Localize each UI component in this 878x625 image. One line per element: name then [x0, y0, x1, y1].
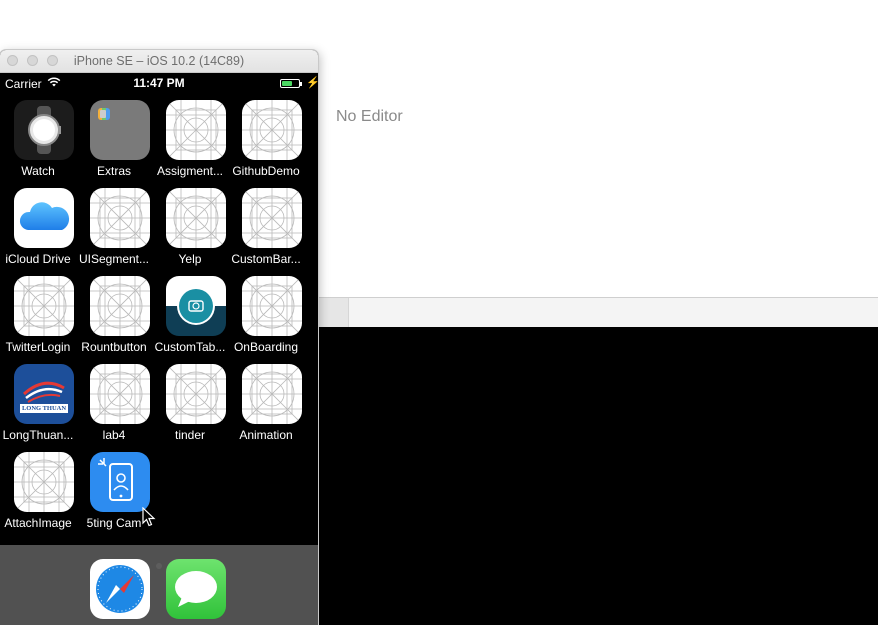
folder-icon	[90, 100, 150, 160]
app-icloud-drive[interactable]: iCloud Drive	[0, 188, 76, 276]
console-area[interactable]	[318, 327, 878, 625]
app-tinder[interactable]: tinder	[152, 364, 228, 452]
camera-icon	[166, 276, 226, 336]
app-label: OnBoarding	[233, 340, 299, 354]
charging-bolt-icon: ⚡	[306, 77, 318, 89]
app-attachimage[interactable]: AttachImage	[0, 452, 76, 540]
app-label: Animation	[239, 428, 293, 442]
app-placeholder-icon	[242, 364, 302, 424]
app-lab4[interactable]: lab4	[76, 364, 152, 452]
app-placeholder-icon	[166, 188, 226, 248]
app-placeholder-icon	[166, 100, 226, 160]
app-onboarding[interactable]: OnBoarding	[228, 276, 304, 364]
app-custombar[interactable]: CustomBar...	[228, 188, 304, 276]
longthuan-logo-text: LONG THUAN	[21, 405, 67, 412]
app-extras[interactable]: Extras	[76, 100, 152, 188]
app-label: CustomTab...	[154, 340, 226, 354]
app-assigment[interactable]: Assigment...	[152, 100, 228, 188]
watch-icon	[14, 100, 74, 160]
app-longthuan[interactable]: LONG THUAN LongThuan...	[0, 364, 76, 452]
messages-bubble-icon	[166, 559, 226, 619]
app-placeholder-icon	[90, 276, 150, 336]
app-label: Rountbutton	[81, 340, 147, 354]
app-placeholder-icon	[14, 276, 74, 336]
app-label: Yelp	[178, 252, 202, 266]
app-label: UISegment...	[78, 252, 150, 266]
app-label: CustomBar...	[231, 252, 301, 266]
app-5ting-cam[interactable]: 5ting Cam	[76, 452, 152, 540]
dock-messages[interactable]	[166, 559, 226, 619]
battery-cap	[300, 82, 302, 86]
selfie-phone-icon	[90, 452, 150, 512]
app-placeholder-icon	[242, 100, 302, 160]
app-placeholder-icon	[242, 276, 302, 336]
simulator-window: iPhone SE – iOS 10.2 (14C89) Carrier 11:…	[0, 50, 318, 625]
safari-compass-icon	[90, 559, 150, 619]
debug-bar	[318, 297, 878, 328]
window-title: iPhone SE – iOS 10.2 (14C89)	[73, 54, 245, 68]
app-watch[interactable]: Watch	[0, 100, 76, 188]
app-label: Assigment...	[156, 164, 224, 178]
debug-bar-toggle[interactable]	[318, 298, 349, 327]
app-yelp[interactable]: Yelp	[152, 188, 228, 276]
iphone-screen: Carrier 11:47 PM ⚡ Watch Extras Assigmen…	[0, 73, 318, 625]
app-placeholder-icon	[242, 188, 302, 248]
app-label: lab4	[102, 428, 126, 442]
app-twitterlogin[interactable]: TwitterLogin	[0, 276, 76, 364]
app-label: Extras	[96, 164, 131, 178]
clock: 11:47 PM	[133, 76, 185, 90]
app-placeholder-icon	[90, 188, 150, 248]
app-uisegment[interactable]: UISegment...	[76, 188, 152, 276]
app-label: GithubDemo	[232, 164, 300, 178]
app-placeholder-icon	[90, 364, 150, 424]
app-placeholder-icon	[14, 452, 74, 512]
no-editor-label: No Editor	[336, 108, 403, 125]
app-animation[interactable]: Animation	[228, 364, 304, 452]
longthuan-logo-icon: LONG THUAN	[14, 364, 74, 424]
dock	[0, 545, 318, 625]
battery-icon	[280, 79, 300, 88]
app-label: tinder	[174, 428, 206, 442]
app-githubdemo[interactable]: GithubDemo	[228, 100, 304, 188]
status-bar: Carrier 11:47 PM ⚡	[0, 73, 318, 93]
mouse-cursor-icon	[142, 507, 156, 527]
app-rountbutton[interactable]: Rountbutton	[76, 276, 152, 364]
app-placeholder-icon	[166, 364, 226, 424]
app-customtab[interactable]: CustomTab...	[152, 276, 228, 364]
battery-level	[282, 81, 292, 86]
icloud-icon	[14, 188, 74, 248]
simulator-titlebar[interactable]: iPhone SE – iOS 10.2 (14C89)	[0, 50, 318, 73]
dock-safari[interactable]	[90, 559, 150, 619]
